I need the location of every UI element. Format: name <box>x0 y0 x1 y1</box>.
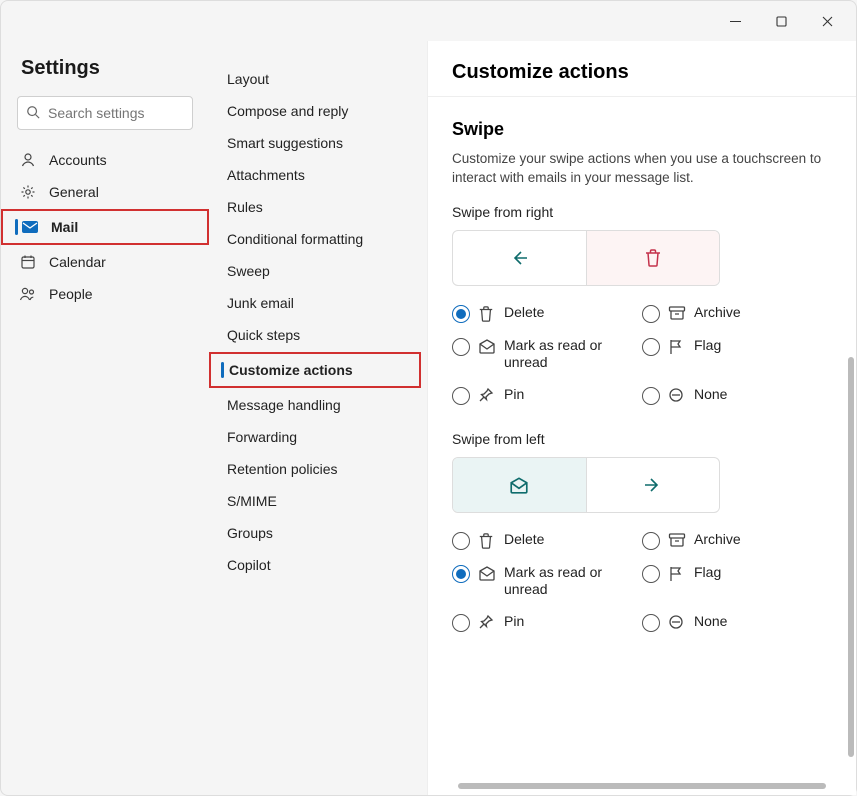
option-right-delete[interactable]: Delete <box>452 304 642 323</box>
gear-icon <box>19 184 37 200</box>
arrow-right-icon <box>643 475 663 495</box>
none-icon <box>668 387 686 403</box>
radio-icon <box>452 614 470 632</box>
swipe-right-options: Delete Archive Mark as read or unread Fl… <box>452 304 832 405</box>
swipe-left-preview-forward <box>586 458 720 512</box>
radio-icon <box>452 387 470 405</box>
secondary-sidebar: Layout Compose and reply Smart suggestio… <box>209 41 427 795</box>
radio-icon <box>642 565 660 583</box>
option-left-flag[interactable]: Flag <box>642 564 812 599</box>
swipe-description: Customize your swipe actions when you us… <box>452 150 832 188</box>
subnav-sweep[interactable]: Sweep <box>209 255 427 287</box>
people-icon <box>19 286 37 302</box>
mail-open-icon <box>509 476 529 494</box>
subnav-customize-actions[interactable]: Customize actions <box>211 354 419 386</box>
sidebar-item-general[interactable]: General <box>1 176 209 208</box>
sidebar-item-label: Calendar <box>49 254 106 270</box>
subnav-smart-suggestions[interactable]: Smart suggestions <box>209 127 427 159</box>
sidebar-item-calendar[interactable]: Calendar <box>1 246 209 278</box>
sidebar-item-label: People <box>49 286 93 302</box>
subnav-rules[interactable]: Rules <box>209 191 427 223</box>
maximize-button[interactable] <box>758 5 804 37</box>
mail-open-icon <box>478 338 496 354</box>
sidebar-item-label: Mail <box>51 219 78 235</box>
option-left-none[interactable]: None <box>642 613 812 632</box>
arrow-left-icon <box>509 248 529 268</box>
sidebar-item-mail[interactable]: Mail <box>3 211 207 243</box>
subnav-conditional-formatting[interactable]: Conditional formatting <box>209 223 427 255</box>
mail-open-icon <box>478 565 496 581</box>
swipe-left-options: Delete Archive Mark as read or unread Fl… <box>452 531 832 632</box>
archive-icon <box>668 305 686 321</box>
flag-icon <box>668 565 686 583</box>
trash-icon <box>478 305 496 323</box>
option-right-pin[interactable]: Pin <box>452 386 642 405</box>
subnav-layout[interactable]: Layout <box>209 63 427 95</box>
swipe-left-preview <box>452 457 720 513</box>
pin-icon <box>478 614 496 630</box>
option-right-none[interactable]: None <box>642 386 812 405</box>
horizontal-scrollbar[interactable] <box>458 783 826 789</box>
sidebar-item-people[interactable]: People <box>1 278 209 310</box>
radio-icon <box>642 305 660 323</box>
flag-icon <box>668 338 686 356</box>
subnav-junk-email[interactable]: Junk email <box>209 287 427 319</box>
subnav-message-handling[interactable]: Message handling <box>209 389 427 421</box>
sidebar-item-label: Accounts <box>49 152 107 168</box>
settings-heading: Settings <box>1 49 209 96</box>
active-accent <box>15 219 18 235</box>
calendar-icon <box>19 254 37 270</box>
swipe-right-preview-action <box>586 231 720 285</box>
option-right-mark[interactable]: Mark as read or unread <box>452 337 642 372</box>
archive-icon <box>668 532 686 548</box>
radio-icon <box>642 614 660 632</box>
radio-icon <box>642 338 660 356</box>
option-right-flag[interactable]: Flag <box>642 337 812 372</box>
radio-icon <box>452 338 470 356</box>
pin-icon <box>478 387 496 403</box>
minimize-button[interactable] <box>712 5 758 37</box>
swipe-left-preview-action <box>453 458 586 512</box>
subnav-smime[interactable]: S/MIME <box>209 485 427 517</box>
option-left-delete[interactable]: Delete <box>452 531 642 550</box>
option-right-archive[interactable]: Archive <box>642 304 812 323</box>
person-icon <box>19 152 37 168</box>
primary-sidebar: Settings Accounts General Mail <box>1 41 209 795</box>
mail-icon <box>21 220 39 234</box>
search-icon <box>26 105 40 119</box>
subnav-attachments[interactable]: Attachments <box>209 159 427 191</box>
window-titlebar <box>1 1 856 41</box>
trash-icon <box>644 248 662 268</box>
main-panel: Customize actions Swipe Customize your s… <box>427 41 856 795</box>
radio-icon <box>642 532 660 550</box>
subnav-retention-policies[interactable]: Retention policies <box>209 453 427 485</box>
option-left-pin[interactable]: Pin <box>452 613 642 632</box>
page-title: Customize actions <box>428 41 856 97</box>
close-button[interactable] <box>804 5 850 37</box>
none-icon <box>668 614 686 630</box>
vertical-scrollbar[interactable] <box>848 357 854 757</box>
subnav-forwarding[interactable]: Forwarding <box>209 421 427 453</box>
subnav-quick-steps[interactable]: Quick steps <box>209 319 427 351</box>
option-left-archive[interactable]: Archive <box>642 531 812 550</box>
swipe-right-preview <box>452 230 720 286</box>
trash-icon <box>478 532 496 550</box>
swipe-section-title: Swipe <box>452 119 832 140</box>
subnav-copilot[interactable]: Copilot <box>209 549 427 581</box>
subnav-groups[interactable]: Groups <box>209 517 427 549</box>
sidebar-item-label: General <box>49 184 99 200</box>
swipe-right-label: Swipe from right <box>452 204 832 220</box>
radio-icon <box>642 387 660 405</box>
option-left-mark[interactable]: Mark as read or unread <box>452 564 642 599</box>
swipe-left-label: Swipe from left <box>452 431 832 447</box>
radio-icon <box>452 565 470 583</box>
subnav-compose-reply[interactable]: Compose and reply <box>209 95 427 127</box>
sidebar-item-accounts[interactable]: Accounts <box>1 144 209 176</box>
swipe-right-preview-back <box>453 231 586 285</box>
radio-icon <box>452 532 470 550</box>
radio-icon <box>452 305 470 323</box>
search-input[interactable] <box>17 96 193 130</box>
